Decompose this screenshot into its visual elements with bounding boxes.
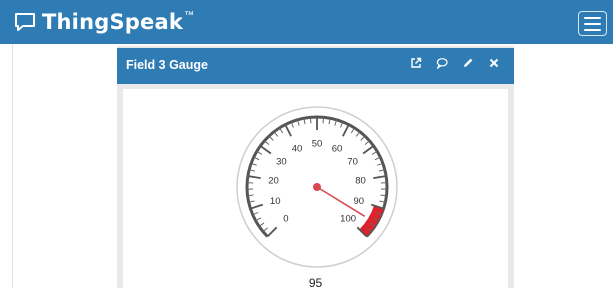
gauge-tick-label: 100 xyxy=(340,214,356,225)
hamburger-menu-button[interactable] xyxy=(578,11,607,36)
gauge-tick-label: 0 xyxy=(283,214,288,225)
gauge-needle-hub xyxy=(313,183,321,191)
gauge-minor-tick xyxy=(323,117,324,123)
gauge-tick-label: 30 xyxy=(276,157,287,168)
widget-body: 0102030405060708090100 95 xyxy=(123,89,508,288)
top-navbar: ThingSpeak ™ xyxy=(0,0,613,44)
comment-icon[interactable] xyxy=(436,57,448,69)
widget-title: Field 3 Gauge xyxy=(126,58,208,72)
hamburger-menu-icon xyxy=(584,17,601,19)
speech-bubble-logo-icon xyxy=(14,11,36,33)
page-divider xyxy=(12,44,13,288)
brand-name: ThingSpeak xyxy=(42,10,183,34)
gauge-tick-label: 50 xyxy=(312,139,323,150)
gauge-widget-panel: Field 3 Gauge 010 20 30 40 50 60 70 80 90 100 xyxy=(117,46,514,288)
widget-toolbar xyxy=(410,57,500,69)
gauge-tick-label: 80 xyxy=(355,176,366,187)
gauge-tick-label: 90 xyxy=(354,196,365,207)
widget-header: Field 3 Gauge xyxy=(117,48,514,84)
close-icon[interactable] xyxy=(488,57,500,69)
brand-trademark: ™ xyxy=(184,10,194,21)
gauge: 010 20 30 40 50 60 70 80 90 100 xyxy=(123,89,508,288)
gauge-minor-tick xyxy=(310,117,311,123)
gauge-tick-label: 60 xyxy=(332,143,343,154)
pencil-icon[interactable] xyxy=(462,57,474,69)
external-link-icon[interactable] xyxy=(410,57,422,69)
brand-logo[interactable]: ThingSpeak ™ xyxy=(14,8,194,36)
gauge-tick-label: 10 xyxy=(270,196,281,207)
gauge-tick-label: 40 xyxy=(292,143,303,154)
gauge-tick-label: 20 xyxy=(268,176,279,187)
gauge-tick-label: 70 xyxy=(347,157,358,168)
